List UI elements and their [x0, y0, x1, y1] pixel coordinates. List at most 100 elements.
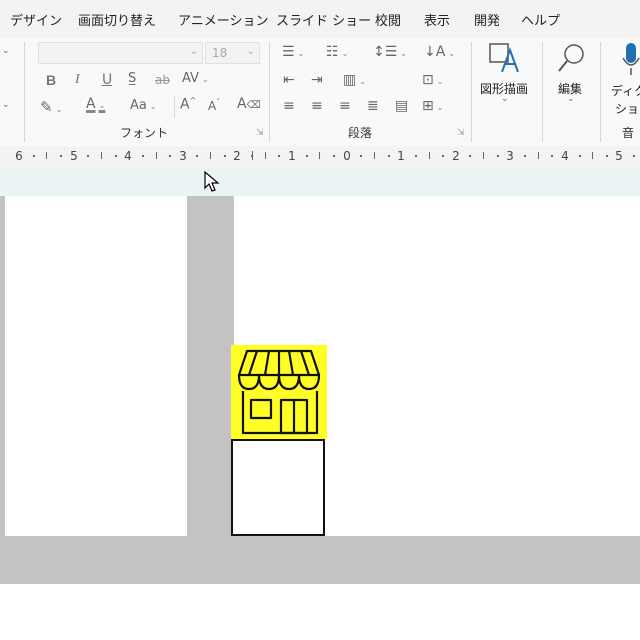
- ruler-mark: [210, 152, 211, 159]
- italic-button[interactable]: I: [75, 72, 80, 88]
- font-dialog-launcher-icon[interactable]: ⇲: [256, 128, 264, 138]
- tab-help[interactable]: ヘルプ: [521, 10, 560, 29]
- font-color-button[interactable]: A ⌄: [86, 96, 105, 112]
- ruler-mark: [524, 155, 526, 157]
- tab-review[interactable]: 校閲: [375, 10, 401, 29]
- ruler-number: 2: [452, 149, 460, 163]
- align-text-icon[interactable]: ⊡ ⌄: [422, 72, 443, 88]
- ruler-mark: [224, 155, 226, 157]
- ruler-mark: [469, 155, 471, 157]
- chevron-down-icon[interactable]: ⌄: [2, 100, 10, 110]
- ruler-mark: [87, 155, 89, 157]
- tab-slideshow[interactable]: スライド ショー: [276, 10, 371, 29]
- ruler-number: 5: [615, 149, 623, 163]
- shadow-s-icon[interactable]: S̲: [128, 71, 136, 86]
- align-right-icon[interactable]: ≡: [339, 98, 351, 114]
- ruler-mark: [169, 155, 171, 157]
- search-icon: [558, 44, 584, 72]
- ruler-indent-marker[interactable]: [252, 151, 253, 160]
- chevron-down-icon[interactable]: ⌄: [2, 46, 10, 56]
- ruler-number: 1: [397, 149, 405, 163]
- align-left-icon[interactable]: ≡: [283, 98, 295, 114]
- ruler-mark: [429, 152, 430, 159]
- font-group-label: フォント: [120, 126, 169, 140]
- underline-button[interactable]: U: [102, 72, 112, 88]
- ruler-mark: [483, 152, 484, 159]
- columns-icon[interactable]: ▥ ⌄: [343, 72, 366, 88]
- chevron-down-icon: ⌄: [567, 94, 575, 104]
- change-case-button[interactable]: Aa ⌄: [130, 98, 157, 113]
- align-center-icon[interactable]: ≡: [311, 98, 323, 114]
- ruler-mark: [551, 155, 553, 157]
- group-separator: [542, 42, 543, 142]
- ruler-number: 4: [561, 149, 569, 163]
- chevron-down-icon: ⌄: [201, 75, 209, 84]
- strikethrough-button[interactable]: ab: [155, 73, 170, 87]
- ruler-mark: [538, 152, 539, 159]
- ruler-mark: [101, 152, 102, 159]
- chevron-down-icon: ⌄: [149, 102, 157, 111]
- chevron-down-icon: ⌄: [501, 94, 509, 104]
- white-panel: [5, 196, 187, 534]
- chevron-down-icon: ⌄: [246, 46, 255, 57]
- shrink-font-button[interactable]: Aˇ: [208, 98, 220, 113]
- font-name-combo[interactable]: ⌄: [38, 42, 203, 64]
- paragraph-group-label: 段落: [348, 126, 373, 140]
- numbering-icon[interactable]: ☷ ⌄: [326, 44, 348, 60]
- group-separator: [269, 42, 270, 142]
- ruler-mark: [374, 152, 375, 159]
- decrease-indent-icon[interactable]: ⇤: [283, 72, 295, 88]
- bullets-icon[interactable]: ☰ ⌄: [282, 44, 304, 60]
- gray-bottom-bar: [0, 536, 640, 584]
- horizontal-ruler[interactable]: 6 5 4 3 2 1 0 1 2 3 4 5: [0, 146, 640, 169]
- justify-icon[interactable]: ≣: [367, 98, 379, 114]
- tab-animations[interactable]: アニメーション: [178, 10, 268, 29]
- chevron-down-icon: ⌄: [189, 46, 198, 57]
- ruler-mark: [633, 155, 635, 157]
- highlighter-icon[interactable]: ✎ ⌄: [40, 98, 62, 116]
- grow-font-button[interactable]: A^: [180, 96, 196, 113]
- ruler-mark: [156, 152, 157, 159]
- clear-formatting-icon[interactable]: A⌫: [237, 96, 261, 112]
- ruler-mark: [196, 155, 198, 157]
- ruler-mark: [360, 155, 362, 157]
- ruler-mark: [442, 155, 444, 157]
- ruler-number: 3: [506, 149, 514, 163]
- ruler-number: 6: [15, 149, 23, 163]
- tab-view[interactable]: 表示: [424, 10, 450, 29]
- smartart-convert-icon[interactable]: ⊞ ⌄: [422, 98, 443, 114]
- line-spacing-icon[interactable]: ↕☰ ⌄: [373, 44, 407, 60]
- group-separator: [600, 42, 601, 142]
- ruler-mark: [306, 155, 308, 157]
- ruler-mark: [592, 152, 593, 159]
- ruler-mark: [319, 152, 320, 159]
- ruler-mark: [388, 155, 390, 157]
- ruler-mark: [606, 155, 608, 157]
- gray-column: [187, 196, 234, 536]
- text-direction-icon[interactable]: ↓A ⌄: [424, 44, 455, 60]
- paragraph-dialog-launcher-icon[interactable]: ⇲: [457, 128, 465, 138]
- tab-transitions[interactable]: 画面切り替え: [78, 10, 156, 29]
- ruler-mark: [60, 155, 62, 157]
- ribbon-tab-bar: デザイン 画面切り替え アニメーション スライド ショー 校閲 表示 開発 ヘル…: [0, 0, 640, 38]
- char-spacing-button[interactable]: AV ⌄: [182, 71, 209, 86]
- increase-indent-icon[interactable]: ⇥: [311, 72, 323, 88]
- ruler-mark: [333, 155, 335, 157]
- shop-icon-cell[interactable]: [231, 345, 327, 439]
- ruler-mark: [265, 152, 266, 159]
- font-size-combo[interactable]: 18 ⌄: [205, 42, 260, 64]
- tab-developer[interactable]: 開発: [474, 10, 500, 29]
- draw-shapes-icon: [489, 43, 519, 73]
- ruler-mark: [33, 155, 35, 157]
- bold-button[interactable]: B: [46, 72, 56, 88]
- ruler-number: 0: [343, 149, 351, 163]
- mouse-pointer-icon: [204, 171, 220, 192]
- voice-group-label: 音: [622, 126, 635, 140]
- distributed-icon[interactable]: ▤: [395, 98, 408, 114]
- ruler-number: 3: [179, 149, 187, 163]
- empty-cell[interactable]: [231, 439, 325, 536]
- ruler-number: 5: [70, 149, 78, 163]
- slide-area-margin: [0, 168, 640, 196]
- tab-design[interactable]: デザイン: [10, 10, 62, 29]
- microphone-icon: [622, 43, 640, 75]
